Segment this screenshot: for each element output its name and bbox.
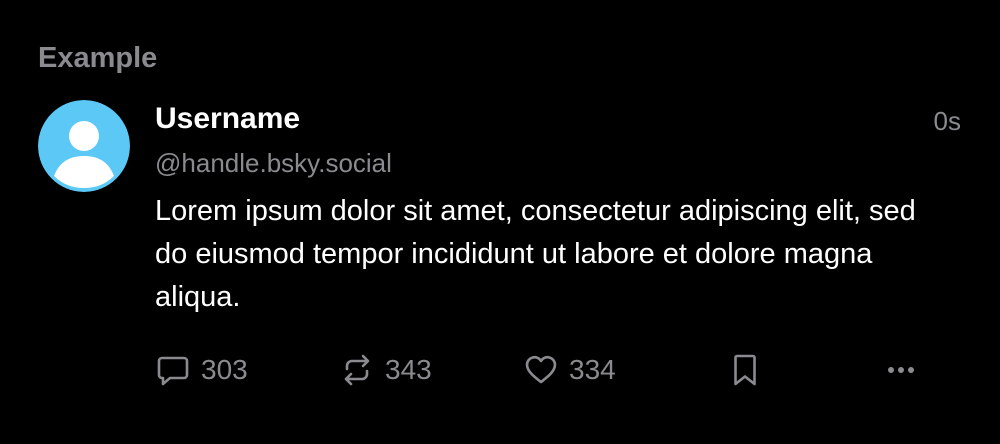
bookmark-icon bbox=[727, 352, 763, 388]
post-text: Lorem ipsum dolor sit amet, consectetur … bbox=[155, 195, 916, 313]
post-actions: 303 343 334 bbox=[155, 348, 925, 392]
bookmark-button[interactable] bbox=[727, 348, 763, 392]
default-avatar-icon bbox=[38, 100, 130, 192]
post-timestamp[interactable]: 0s bbox=[934, 103, 961, 139]
like-button[interactable]: 334 bbox=[523, 348, 616, 392]
like-count: 334 bbox=[569, 354, 616, 385]
avatar[interactable] bbox=[38, 100, 130, 192]
repost-icon bbox=[339, 352, 375, 388]
reply-icon bbox=[155, 352, 191, 388]
post-card[interactable]: Username 0s @handle.bsky.social Lorem ip… bbox=[0, 96, 1000, 444]
more-icon bbox=[883, 352, 919, 388]
heart-icon bbox=[523, 352, 559, 388]
section-title: Example bbox=[38, 42, 158, 74]
repost-button[interactable]: 343 bbox=[339, 348, 432, 392]
more-options-button[interactable] bbox=[883, 348, 919, 392]
repost-count: 343 bbox=[385, 354, 432, 385]
post-username[interactable]: Username bbox=[155, 99, 300, 139]
reply-count: 303 bbox=[201, 354, 248, 385]
reply-button[interactable]: 303 bbox=[155, 348, 248, 392]
post-handle[interactable]: @handle.bsky.social bbox=[155, 146, 392, 180]
